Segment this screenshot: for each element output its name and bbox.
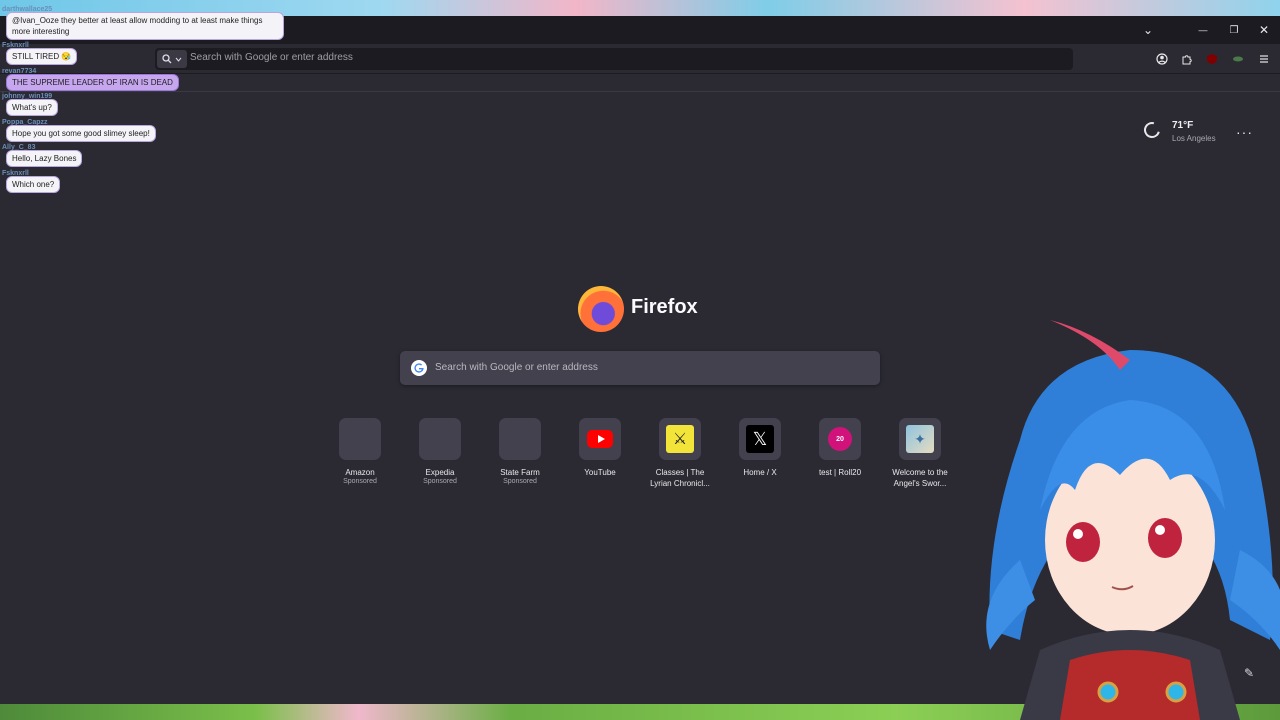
extension-leaf-button[interactable] — [1230, 51, 1246, 67]
crossed-swords-icon: ⚔ — [666, 425, 694, 453]
shortcut-angels-sword[interactable]: ✦ Welcome to the Angel's Swor... — [880, 418, 960, 498]
bookmarks-toolbar — [0, 74, 1280, 92]
firefox-logo-icon — [578, 286, 624, 332]
weather-more-button[interactable]: ··· — [1236, 124, 1253, 140]
brand-wordmark: Firefox — [631, 296, 698, 318]
shortcut-classes-lyrian[interactable]: ⚔ Classes | The Lyrian Chronicl... — [640, 418, 720, 498]
chat-text: @Ivan_Ooze they better at least allow mo… — [12, 16, 263, 36]
shortcut-youtube[interactable]: YouTube — [560, 418, 640, 498]
newtab-search-input[interactable]: Search with Google or enter address — [400, 351, 880, 385]
nav-toolbar: Search with Google or enter address — [0, 44, 1280, 74]
edit-pencil-icon[interactable]: ✎ — [1244, 666, 1254, 680]
chat-bubble: Hope you got some good slimey sleep! — [6, 125, 156, 142]
chat-bubble: Hello, Lazy Bones — [6, 150, 83, 167]
minimize-icon: — — [1198, 25, 1208, 35]
google-icon — [411, 360, 427, 376]
list-tabs-button[interactable]: ⌄ — [1133, 16, 1163, 44]
hamburger-menu-icon — [1260, 55, 1268, 63]
sponsored-label: Sponsored — [343, 478, 377, 485]
shortcut-icon-box — [339, 418, 381, 460]
vtuber-avatar — [986, 320, 1280, 720]
shortcut-label: Expedia — [425, 468, 455, 477]
chat-text: Which one? — [12, 180, 55, 189]
shortcut-label-line1: Classes | The — [655, 468, 705, 477]
shortcut-label: test | Roll20 — [818, 468, 862, 477]
chat-bubble: STILL TIRED 😪 — [6, 48, 78, 65]
angel-sword-icon: ✦ — [906, 425, 934, 453]
shortcut-state-farm[interactable]: State Farm Sponsored — [480, 418, 560, 498]
shortcut-label: Home / X — [743, 468, 777, 477]
roll20-icon: 20 — [828, 427, 852, 451]
chevron-down-icon — [175, 57, 182, 62]
shortcut-label: State Farm — [500, 468, 540, 477]
chat-bubble: @Ivan_Ooze they better at least allow mo… — [6, 12, 284, 40]
shortcut-label: Classes | The Lyrian Chronicl... — [640, 467, 720, 489]
chevron-down-icon: ⌄ — [1142, 23, 1154, 37]
chat-bubble: Which one? — [6, 176, 61, 193]
leaf-icon — [1233, 56, 1243, 62]
shortcut-label: Welcome to the Angel's Swor... — [880, 467, 960, 489]
extensions-button[interactable] — [1179, 51, 1195, 67]
puzzle-icon — [1182, 55, 1192, 65]
shortcut-x[interactable]: 𝕏 Home / X — [720, 418, 800, 498]
url-bar[interactable]: Search with Google or enter address — [155, 48, 1073, 70]
shortcut-icon-box — [499, 418, 541, 460]
more-icon: ··· — [1236, 124, 1253, 140]
shortcut-label-line2: Angel's Swor... — [893, 479, 947, 488]
sponsored-label: Sponsored — [423, 478, 457, 485]
chat-text: STILL TIRED 😪 — [12, 52, 72, 61]
chat-text: Hello, Lazy Bones — [12, 154, 77, 163]
weather-city: Los Angeles — [1172, 134, 1216, 143]
shortcut-icon-box: 𝕏 — [739, 418, 781, 460]
chat-text: THE SUPREME LEADER OF IRAN IS DEAD — [12, 78, 173, 87]
x-logo-icon: 𝕏 — [746, 425, 774, 453]
search-icon — [162, 54, 172, 64]
chat-bubble: What's up? — [6, 99, 58, 116]
menu-button[interactable] — [1256, 51, 1272, 67]
shortcut-label-line1: Welcome to the — [892, 468, 948, 477]
weather-temperature: 71°F — [1172, 120, 1194, 131]
shortcut-icon-box: ⚔ — [659, 418, 701, 460]
ublock-button[interactable] — [1204, 51, 1220, 67]
chat-bubble: THE SUPREME LEADER OF IRAN IS DEAD — [6, 74, 179, 91]
shortcut-label: Amazon — [345, 468, 375, 477]
shortcut-label: YouTube — [584, 468, 616, 477]
youtube-icon — [587, 430, 613, 448]
account-icon — [1156, 53, 1168, 65]
account-button[interactable] — [1154, 51, 1170, 67]
url-bar-placeholder: Search with Google or enter address — [190, 52, 353, 63]
moon-icon — [1141, 119, 1163, 141]
minimize-button[interactable]: — — [1188, 16, 1218, 44]
chat-text: What's up? — [12, 103, 52, 112]
shortcut-icon-box: ✦ — [899, 418, 941, 460]
ublock-icon — [1207, 54, 1217, 64]
shortcut-amazon[interactable]: Amazon Sponsored — [320, 418, 400, 498]
sponsored-label: Sponsored — [503, 478, 537, 485]
shortcut-icon-box: 20 — [819, 418, 861, 460]
chat-text: Hope you got some good slimey sleep! — [12, 129, 150, 138]
shortcut-icon-box — [579, 418, 621, 460]
close-icon: ✕ — [1258, 23, 1270, 37]
search-engine-button[interactable] — [157, 50, 187, 68]
shortcut-icon-box — [419, 418, 461, 460]
search-placeholder: Search with Google or enter address — [435, 362, 598, 373]
restore-icon: ❐ — [1229, 24, 1239, 36]
shortcut-expedia[interactable]: Expedia Sponsored — [400, 418, 480, 498]
close-button[interactable]: ✕ — [1249, 16, 1279, 44]
shortcut-roll20[interactable]: 20 test | Roll20 — [800, 418, 880, 498]
restore-button[interactable]: ❐ — [1219, 16, 1249, 44]
shortcut-label-line2: Lyrian Chronicl... — [650, 479, 710, 488]
